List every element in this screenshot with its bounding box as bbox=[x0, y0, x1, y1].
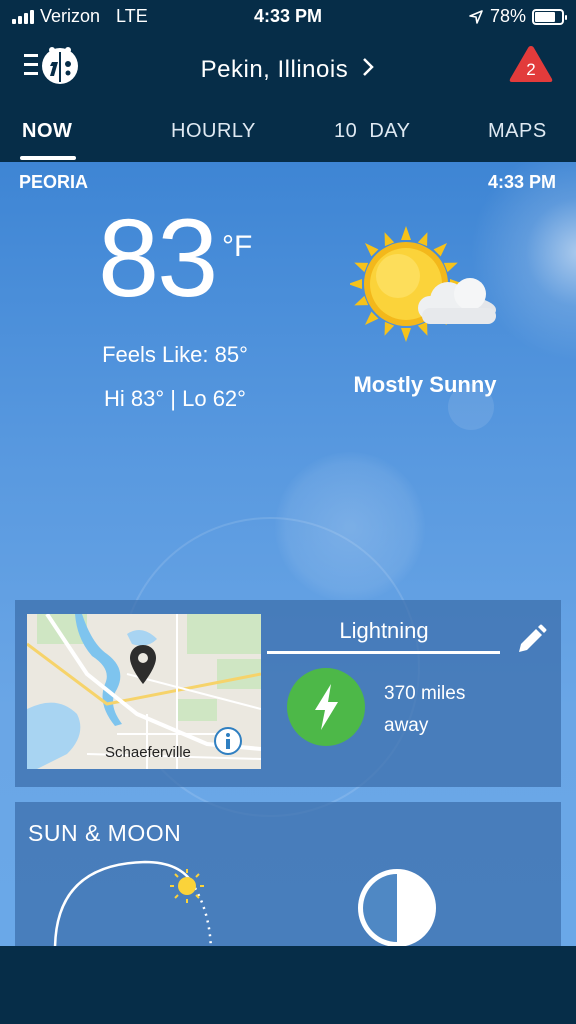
tab-10-day[interactable]: 10 DAY bbox=[334, 120, 411, 143]
tab-hourly[interactable]: HOURLY bbox=[171, 120, 256, 143]
hi-lo: Hi 83° | Lo 62° bbox=[104, 386, 246, 411]
moon-phase-icon bbox=[358, 869, 436, 946]
divider bbox=[267, 651, 500, 654]
location-arrow-icon bbox=[469, 9, 483, 24]
sun-moon-card[interactable]: SUN & MOON bbox=[15, 802, 561, 946]
map-info-icon[interactable] bbox=[213, 726, 243, 756]
alert-count: 2 bbox=[526, 60, 536, 79]
lightning-title: Lightning bbox=[339, 618, 429, 643]
sun-moon-title: SUN & MOON bbox=[28, 820, 182, 846]
status-bar: Verizon LTE 4:33 PM 78% bbox=[0, 0, 576, 34]
sun-arc-graphic bbox=[53, 860, 213, 946]
edit-pencil-icon[interactable] bbox=[515, 624, 547, 656]
lightning-map[interactable]: Schaeferville bbox=[27, 614, 261, 769]
location-label: Pekin, Illinois bbox=[200, 56, 349, 83]
lightning-card[interactable]: Schaeferville Lightning 370 miles away bbox=[15, 600, 561, 787]
current-temperature: 83 bbox=[98, 197, 218, 320]
bottom-bar bbox=[0, 946, 576, 1024]
status-right: 78% bbox=[468, 6, 567, 27]
observation-time: 4:33 PM bbox=[487, 172, 556, 192]
tab-now[interactable]: NOW bbox=[22, 120, 72, 143]
alert-button[interactable]: 2 bbox=[508, 44, 554, 84]
map-place-label: Schaeferville bbox=[105, 744, 191, 761]
map-pin-icon bbox=[130, 645, 156, 684]
sun-icon bbox=[170, 869, 204, 903]
tab-maps[interactable]: MAPS bbox=[488, 120, 547, 143]
temperature-unit: °F bbox=[222, 230, 253, 263]
battery-percent: 78% bbox=[489, 6, 526, 26]
app-header: Pekin, Illinois 2 bbox=[0, 34, 576, 98]
battery-icon bbox=[532, 8, 567, 25]
station-name: PEORIA bbox=[19, 172, 89, 192]
condition-text: Mostly Sunny bbox=[353, 372, 497, 397]
distance-value: 370 miles bbox=[384, 683, 466, 704]
sun-cloud-icon bbox=[350, 226, 496, 342]
chevron-right-icon bbox=[363, 58, 375, 76]
tab-bar: NOW HOURLY 10 DAY MAPS bbox=[0, 98, 576, 162]
lightning-distance: 370 miles away bbox=[384, 678, 465, 742]
current-conditions: PEORIA 4:33 PM 83 °F Feels Like: 85° Hi … bbox=[0, 162, 576, 946]
active-tab-indicator bbox=[20, 156, 76, 160]
location-selector[interactable]: Pekin, Illinois bbox=[0, 56, 576, 84]
distance-suffix: away bbox=[384, 715, 429, 736]
lightning-bolt-icon bbox=[287, 668, 365, 746]
feels-like: Feels Like: 85° bbox=[102, 342, 248, 367]
